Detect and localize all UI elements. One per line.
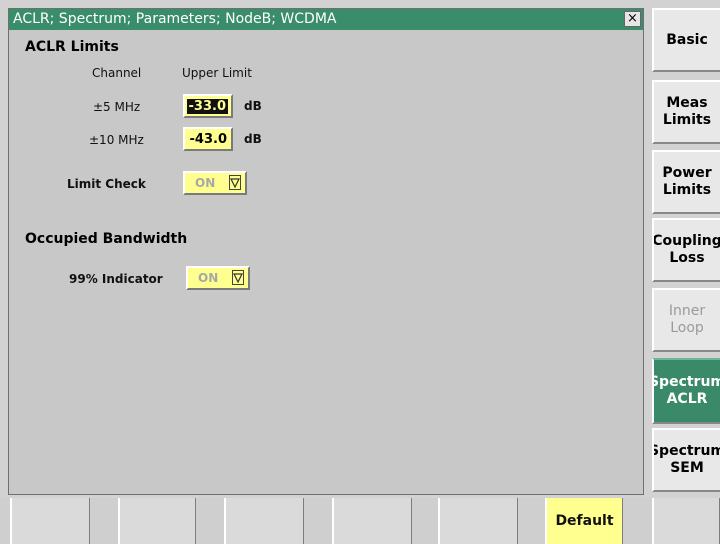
bottom-softkey-2[interactable] (118, 498, 196, 544)
channel-10mhz-label: ±10 MHz (89, 133, 144, 147)
right-softkey-column: Basic Meas Limits Power Limits Coupling … (652, 0, 720, 498)
indicator-99-label: 99% Indicator (69, 272, 163, 286)
aclr-limits-heading: ACLR Limits (25, 39, 119, 55)
softkey-basic[interactable]: Basic (652, 8, 720, 72)
upper-limit-10mhz-field[interactable]: -43.0 (183, 127, 233, 151)
close-button[interactable]: × (624, 11, 641, 27)
limit-check-label: Limit Check (67, 177, 146, 191)
default-button[interactable]: Default (545, 498, 623, 544)
softkey-inner-loop[interactable]: Inner Loop (652, 288, 720, 352)
channel-5mhz-label: ±5 MHz (93, 100, 141, 114)
bottom-softkey-7[interactable] (652, 498, 720, 544)
bottom-softkey-bar: Default (0, 498, 720, 544)
unit-10mhz: dB (244, 132, 262, 146)
bottom-softkey-3[interactable] (224, 498, 304, 544)
occupied-bandwidth-heading: Occupied Bandwidth (25, 231, 188, 247)
instrument-screen: ACLR; Spectrum; Parameters; NodeB; WCDMA… (0, 0, 720, 544)
upper-limit-5mhz-value: -33.0 (186, 99, 228, 114)
softkey-power-limits[interactable]: Power Limits (652, 150, 720, 214)
dropdown-arrow-icon (229, 175, 241, 190)
indicator-99-dropdown[interactable]: ON (186, 266, 250, 290)
upper-limit-column-header: Upper Limit (182, 66, 252, 80)
bottom-softkey-4[interactable] (332, 498, 412, 544)
limit-check-value: ON (195, 176, 216, 190)
softkey-meas-limits[interactable]: Meas Limits (652, 80, 720, 144)
softkey-coupling-loss[interactable]: Coupling Loss (652, 218, 720, 282)
unit-5mhz: dB (244, 99, 262, 113)
limit-check-dropdown[interactable]: ON (183, 171, 247, 195)
softkey-spectrum-aclr[interactable]: Spectrum ACLR (652, 358, 720, 424)
bottom-softkey-5[interactable] (438, 498, 518, 544)
indicator-99-value: ON (198, 271, 219, 285)
parameters-dialog: ACLR; Spectrum; Parameters; NodeB; WCDMA… (8, 8, 644, 495)
dialog-title: ACLR; Spectrum; Parameters; NodeB; WCDMA (13, 11, 337, 27)
bottom-softkey-1[interactable] (10, 498, 90, 544)
dialog-titlebar: ACLR; Spectrum; Parameters; NodeB; WCDMA… (9, 9, 643, 30)
upper-limit-10mhz-value: -43.0 (189, 132, 227, 147)
upper-limit-5mhz-field[interactable]: -33.0 (183, 94, 233, 118)
channel-column-header: Channel (92, 66, 142, 80)
softkey-spectrum-sem[interactable]: Spectrum SEM (652, 428, 720, 492)
dropdown-arrow-icon (232, 270, 244, 285)
